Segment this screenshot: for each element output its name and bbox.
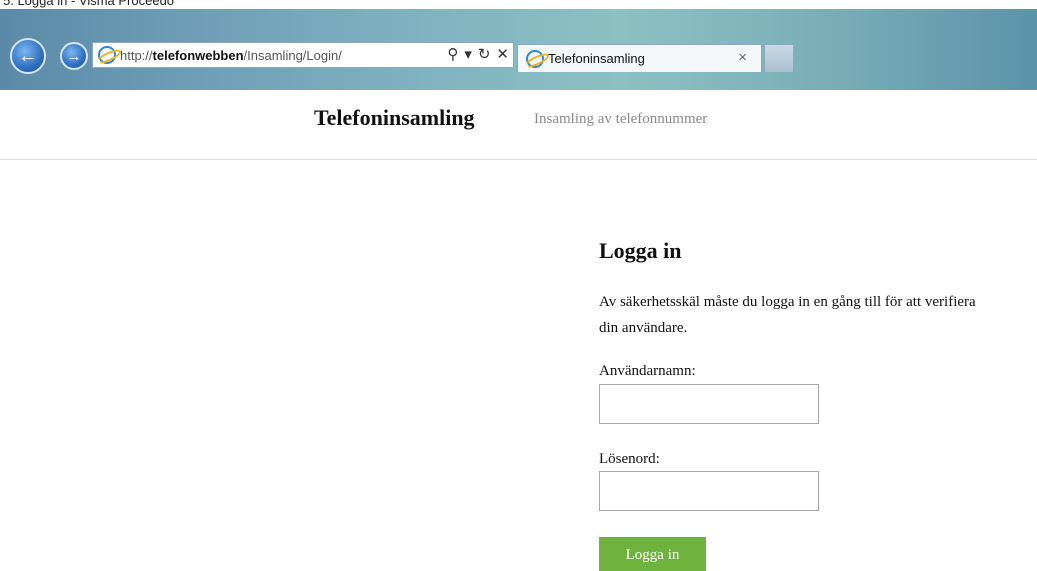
tab-favicon-icon (526, 49, 544, 68)
back-arrow-icon: ← (18, 44, 38, 67)
login-heading: Logga in (599, 238, 682, 263)
back-button[interactable]: ← (10, 38, 46, 74)
forward-button[interactable]: → (60, 42, 88, 70)
address-bar[interactable]: http://telefonwebben/Insamling/Login/ ⚲ … (92, 42, 514, 68)
new-tab-button[interactable] (764, 44, 794, 72)
forward-arrow-icon: → (66, 47, 82, 65)
address-prefix: http:// (120, 47, 153, 63)
refresh-icon[interactable]: ↻ (478, 45, 491, 65)
browser-tab[interactable]: Telefoninsamling × (517, 44, 762, 72)
dropdown-icon[interactable]: ▾ (464, 45, 472, 65)
login-description: Av säkerhetsskäl måste du logga in en gå… (599, 294, 976, 336)
site-tagline: Insamling av telefonnummer (534, 111, 708, 127)
password-label: Lösenord: (599, 451, 660, 467)
address-tools: ⚲ ▾ ↻ ✕ (447, 45, 509, 65)
site-header: Telefoninsamling Insamling av telefonnum… (0, 90, 1037, 160)
stop-icon[interactable]: ✕ (496, 45, 509, 65)
login-button[interactable]: Logga in (599, 537, 706, 571)
site-brand[interactable]: Telefoninsamling (314, 105, 475, 131)
window-caption: 5. Logga in - Visma Proceedo (0, 0, 1037, 9)
search-icon[interactable]: ⚲ (447, 45, 458, 65)
username-input[interactable] (599, 384, 819, 424)
tab-close-icon[interactable]: × (738, 49, 747, 66)
tab-title: Telefoninsamling (548, 51, 645, 66)
login-panel: Logga in Av säkerhetsskäl måste du logga… (599, 237, 1019, 571)
internet-explorer-icon (98, 46, 116, 64)
window-caption-text: 5. Logga in - Visma Proceedo (3, 0, 175, 8)
address-host: telefonwebben (152, 47, 244, 63)
password-input[interactable] (599, 471, 819, 511)
address-url[interactable]: http://telefonwebben/Insamling/Login/ (120, 48, 342, 63)
username-label: Användarnamn: (599, 363, 696, 379)
address-path: /Insamling/Login/ (243, 47, 342, 63)
